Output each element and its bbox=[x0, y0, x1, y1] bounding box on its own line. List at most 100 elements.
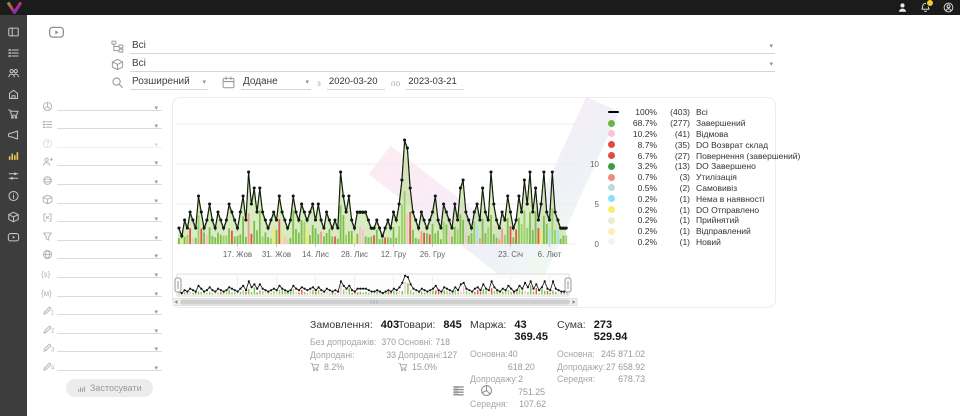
filter-help-select[interactable] bbox=[57, 147, 162, 148]
filter-help-icon bbox=[42, 138, 53, 149]
status-filter-select[interactable]: Всі ▾ bbox=[130, 40, 775, 54]
legend-item-11[interactable]: 0.2%(1)Відправлений bbox=[608, 226, 800, 237]
chart-navigator[interactable] bbox=[175, 274, 571, 296]
filter-segments-select[interactable] bbox=[57, 110, 162, 111]
filter-var-s-select[interactable] bbox=[57, 277, 162, 278]
stat-sub-label: Основна: bbox=[470, 348, 508, 373]
filter-custom-1-row: 1▾ bbox=[40, 301, 165, 320]
notifications-bell-icon[interactable] bbox=[920, 2, 931, 13]
legend-count: (277) bbox=[657, 118, 690, 128]
search-mode-select[interactable]: Розширений ▾ bbox=[130, 76, 208, 90]
date-field-select[interactable]: Додане ▾ bbox=[241, 76, 311, 90]
account-circle-icon[interactable] bbox=[943, 2, 954, 13]
legend-item-6[interactable]: 0.7%(3)Утилізація bbox=[608, 172, 800, 183]
sidebar-item-orders[interactable] bbox=[7, 47, 20, 59]
filter-sphere-icon bbox=[42, 175, 53, 186]
stat-value: 273 529.94 bbox=[594, 319, 645, 343]
stat-column-1: Товари:845Основні:718Допродані:12715.0% bbox=[398, 319, 450, 374]
filter-funnel-select[interactable] bbox=[57, 240, 162, 241]
apply-button[interactable]: Застосувати bbox=[66, 379, 153, 397]
sidebar-item-statistics[interactable] bbox=[7, 149, 20, 161]
filter-code-select[interactable] bbox=[57, 221, 162, 222]
filter-custom-2-select[interactable] bbox=[57, 333, 162, 334]
sidebar-item-dashboard[interactable] bbox=[7, 26, 20, 38]
stat-column-0: Замовлення:403Без допродажів:370Допродан… bbox=[310, 319, 396, 374]
search-icon bbox=[111, 76, 124, 89]
legend-count: (3) bbox=[657, 172, 690, 182]
legend-count: (2) bbox=[657, 183, 690, 193]
date-to-input[interactable]: 2023-03-21 bbox=[406, 76, 464, 90]
sidebar-item-clients[interactable] bbox=[7, 67, 20, 79]
chevron-down-icon: ▾ bbox=[154, 271, 158, 279]
status-filter-row: Всі ▾ bbox=[111, 40, 775, 54]
chevron-down-icon: ▾ bbox=[202, 78, 206, 87]
filter-product-select[interactable] bbox=[57, 203, 162, 204]
search-filter-row: Розширений ▾ Додане ▾ з 2020-03-20 по 20… bbox=[111, 76, 464, 90]
chart-scrollbar[interactable] bbox=[173, 299, 577, 306]
dot-swatch bbox=[608, 130, 615, 137]
legend-item-10[interactable]: 0.2%(1)Прийнятий bbox=[608, 215, 800, 226]
sidebar-item-video-help[interactable] bbox=[7, 231, 20, 243]
stat-sub-value: 40 618.20 bbox=[508, 348, 546, 373]
legend-item-8[interactable]: 0.2%(1)Нема в наявності bbox=[608, 193, 800, 204]
chevron-down-icon: ▾ bbox=[154, 234, 158, 242]
svg-text:14. Лис: 14. Лис bbox=[302, 250, 329, 259]
sidebar-item-sales-cart[interactable] bbox=[7, 108, 20, 120]
filter-product-row: ▾ bbox=[40, 189, 165, 208]
filter-custom-3-select[interactable] bbox=[57, 351, 162, 352]
dot-swatch bbox=[608, 217, 615, 224]
filter-var-m-select[interactable] bbox=[57, 296, 162, 297]
filter-var-m-row: {м}▾ bbox=[40, 282, 165, 301]
date-from-input[interactable]: 2020-03-20 bbox=[327, 76, 385, 90]
legend-percent: 3.2% bbox=[623, 161, 657, 171]
clients-icon bbox=[7, 67, 20, 79]
legend-label: Самовивіз bbox=[690, 183, 737, 193]
filter-sphere-select[interactable] bbox=[57, 184, 162, 185]
chevron-down-icon: ▾ bbox=[154, 122, 158, 130]
legend-item-9[interactable]: 0.2%(1)DO Отправлено bbox=[608, 204, 800, 215]
sidebar-item-info[interactable] bbox=[7, 190, 20, 202]
stat-value: 43 369.45 bbox=[514, 319, 548, 343]
legend-item-5[interactable]: 3.2%(13)DO Завершено bbox=[608, 161, 800, 172]
product-filter-value: Всі bbox=[132, 58, 146, 69]
sales-cart-icon bbox=[7, 108, 20, 120]
legend-percent: 0.5% bbox=[623, 183, 657, 193]
product-filter-select[interactable]: Всі ▾ bbox=[130, 58, 775, 72]
filter-custom-1-select[interactable] bbox=[57, 314, 162, 315]
legend-item-12[interactable]: 0.2%(1)Новий bbox=[608, 237, 800, 248]
navigator-handle-left[interactable] bbox=[175, 278, 181, 292]
date-from-label: з bbox=[317, 78, 321, 88]
legend-label: Відправлений bbox=[690, 226, 751, 236]
navigator-handle-right[interactable] bbox=[565, 278, 571, 292]
pie-view-icon[interactable] bbox=[480, 384, 493, 397]
legend-item-0[interactable]: 100%(403)Всі bbox=[608, 107, 800, 118]
legend-item-4[interactable]: 6.7%(27)Повернення (завершений) bbox=[608, 150, 800, 161]
filter-custom-4-select[interactable] bbox=[57, 370, 162, 371]
app-logo-icon[interactable] bbox=[6, 1, 23, 14]
table-view-icon[interactable] bbox=[452, 384, 465, 397]
date-to-value: 2023-03-21 bbox=[408, 76, 457, 87]
help-video-button[interactable] bbox=[46, 24, 67, 40]
legend-item-2[interactable]: 10.2%(41)Відмова bbox=[608, 129, 800, 140]
legend-item-7[interactable]: 0.5%(2)Самовивіз bbox=[608, 183, 800, 194]
profile-icon[interactable] bbox=[897, 2, 908, 13]
filter-list-select[interactable] bbox=[57, 128, 162, 129]
stat-sub-value: 8.2% bbox=[324, 361, 344, 374]
sidebar-item-automation[interactable] bbox=[7, 170, 20, 182]
sidebar-item-marketing[interactable] bbox=[7, 129, 20, 141]
legend-item-1[interactable]: 68.7%(277)Завершений bbox=[608, 118, 800, 129]
stat-label: Замовлення: bbox=[310, 319, 373, 331]
filter-list-row: ▾ bbox=[40, 115, 165, 134]
stat-sub-label: Допродані: bbox=[310, 349, 355, 362]
apply-button-label: Застосувати bbox=[90, 383, 142, 393]
legend-count: (27) bbox=[657, 151, 690, 161]
sidebar-item-shop[interactable] bbox=[7, 88, 20, 100]
marketing-icon bbox=[7, 129, 20, 141]
filter-site-select[interactable] bbox=[57, 258, 162, 259]
chevron-down-icon: ▾ bbox=[154, 345, 158, 353]
legend-label: Всі bbox=[690, 107, 708, 117]
sidebar bbox=[0, 15, 27, 416]
legend-item-3[interactable]: 8.7%(35)DO Возврат склад bbox=[608, 139, 800, 150]
sidebar-item-products[interactable] bbox=[7, 211, 20, 223]
filter-manager-select[interactable] bbox=[57, 165, 162, 166]
